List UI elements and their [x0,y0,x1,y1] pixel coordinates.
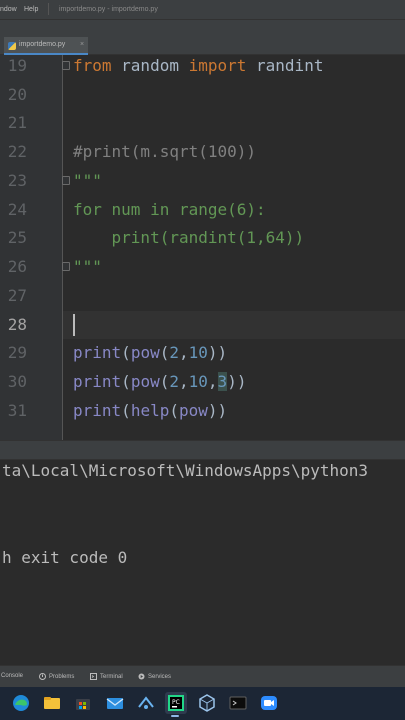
code-token: help [130,401,170,420]
tool-tab-label: Problems [49,673,75,680]
code-token: , [179,372,189,391]
fold-marker-icon[interactable] [62,262,70,271]
python-file-icon [8,42,16,50]
code-line-19: from random import randint [73,56,323,76]
code-token: print [73,401,122,420]
windows-taskbar: PC [0,687,405,720]
fold-marker-icon[interactable] [62,61,70,70]
code-token: randint [246,56,324,75]
code-token: 10 [188,372,208,391]
menu-bar: ndow Help importdemo.py - importdemo.py [0,0,405,20]
run-console[interactable]: ta\Local\Microsoft\WindowsApps\python3 h… [0,460,405,665]
menu-help[interactable]: Help [24,6,38,13]
mail-icon[interactable] [105,693,125,713]
code-line-31: print(help(pow)) [73,401,227,421]
line-number: 30 [7,372,27,391]
console-output-line: ta\Local\Microsoft\WindowsApps\python3 [2,461,369,480]
line-number: 27 [7,286,27,305]
services-icon [138,673,145,680]
run-panel-header[interactable] [0,440,405,460]
code-token: print [73,372,122,391]
code-token: )) [227,372,247,391]
tool-tab-label: Console [1,673,24,679]
line-number: 22 [7,142,27,161]
code-token: random [111,56,189,75]
close-icon[interactable]: × [80,41,84,48]
vscode-share-icon[interactable] [136,693,156,713]
pycharm-icon[interactable]: PC [165,692,187,717]
problems-icon [39,673,46,680]
line-number-gutter: 19 20 21 22 23 24 25 26 27 28 29 30 31 [0,55,62,440]
edge-icon[interactable] [11,693,31,713]
line-number: 21 [7,113,27,132]
store-icon[interactable] [73,693,93,713]
code-token: 10 [188,343,208,362]
terminal-app-icon[interactable] [228,693,248,713]
editor-tab-strip: importdemo.py × [0,20,405,55]
tool-tab-services[interactable]: Services [138,673,171,680]
line-number: 26 [7,257,27,276]
current-line-highlight [63,311,405,339]
code-token: ( [159,343,170,362]
code-token: pow [178,401,208,420]
tab-label: importdemo.py [19,41,66,48]
line-number: 31 [7,401,27,420]
line-number: 23 [7,171,27,190]
code-token: , [207,372,218,391]
line-number: 29 [7,343,27,362]
menu-window[interactable]: ndow [0,6,17,13]
code-line-22: #print(m.sqrt(100)) [73,142,257,161]
gutter-divider [62,55,63,440]
virtualbox-icon[interactable] [197,693,217,713]
tool-tab-label: Terminal [100,673,123,680]
svg-text:PC: PC [172,699,180,706]
tool-window-bar: Console Problems Terminal Services [0,665,405,687]
code-token: )) [207,343,228,362]
line-number: 24 [7,200,27,219]
code-token: ( [159,372,170,391]
zoom-icon[interactable] [259,693,279,713]
line-number-current: 28 [7,315,27,334]
line-number: 19 [7,56,27,75]
menu-separator [48,3,49,15]
window-title: importdemo.py - importdemo.py [59,6,158,13]
active-indicator [171,715,179,717]
console-output-line: h exit code 0 [2,548,128,567]
file-explorer-icon[interactable] [42,693,62,713]
code-token: from [73,56,112,75]
code-token: ( [121,372,131,391]
code-token: ( [121,401,131,420]
terminal-icon [90,673,97,680]
code-token: pow [130,372,160,391]
code-token: 3 [217,372,228,391]
line-number: 25 [7,228,27,247]
code-token: )) [207,401,228,420]
tool-tab-console[interactable]: Console [1,673,23,679]
code-token: print [73,343,122,362]
code-token: import [188,56,247,75]
code-token: ( [169,401,179,420]
code-token: pow [130,343,160,362]
fold-marker-icon[interactable] [62,176,70,185]
code-token: 2 [169,372,179,391]
tool-tab-terminal[interactable]: Terminal [90,673,123,680]
code-line-23: """ [73,171,102,190]
tab-importdemo[interactable]: importdemo.py × [4,37,88,55]
code-token: ( [121,343,131,362]
text-cursor [73,314,75,336]
code-editor[interactable]: 19 20 21 22 23 24 25 26 27 28 29 30 31 f… [0,55,405,440]
code-token: , [179,343,189,362]
code-line-30: print(pow(2,10,3)) [73,372,246,392]
code-line-25: print(randint(1,64)) [73,228,305,247]
code-line-24: for num in range(6): [73,200,266,219]
code-line-29: print(pow(2,10)) [73,343,227,363]
code-line-26: """ [73,257,102,276]
line-number: 20 [7,85,27,104]
tool-tab-problems[interactable]: Problems [39,673,74,680]
code-token: 2 [169,343,179,362]
tool-tab-label: Services [148,673,172,680]
